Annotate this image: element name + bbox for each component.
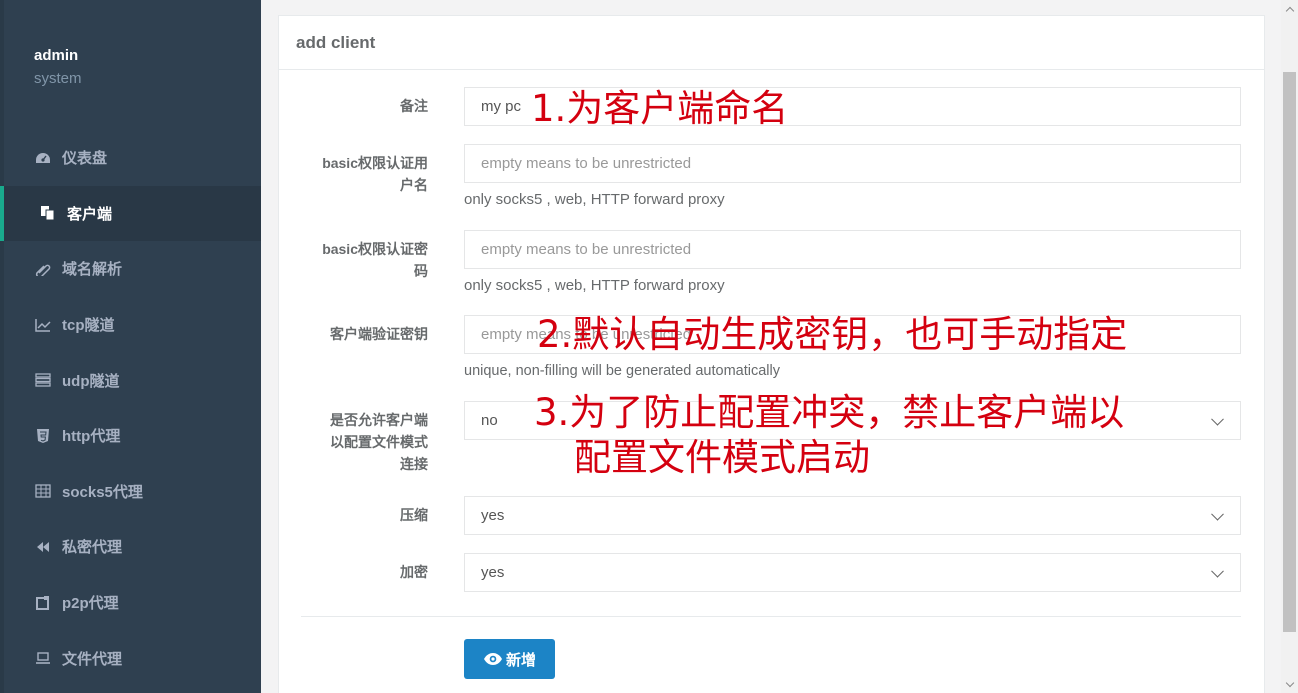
compress-value: yes: [481, 507, 505, 524]
sidebar-item-label: 客户端: [67, 205, 113, 223]
config-conn-label: 是否允许客户端 以配置文件模式 连接: [288, 409, 428, 475]
crypt-value: yes: [481, 564, 505, 581]
basic-password-label-line1: basic权限认证密: [322, 241, 428, 257]
panel-title: add client: [296, 32, 376, 52]
scroll-up-icon[interactable]: [1281, 0, 1298, 17]
profile-name: admin: [34, 47, 79, 64]
annotation-1: 1.为客户端命名: [531, 87, 789, 130]
verify-key-label: 客户端验证密钥: [330, 326, 428, 342]
annotation-3-line1: 3.为了防止配置冲突，禁止客户端以: [534, 391, 1125, 434]
backward-icon: [34, 539, 52, 555]
annotation-3-line2: 配置文件模式启动: [574, 436, 870, 479]
square-icon: [34, 595, 52, 611]
sidebar-item-label: 私密代理: [62, 539, 123, 557]
sidebar-item-label: socks5代理: [62, 483, 143, 501]
basic-password-help: only socks5 , web, HTTP forward proxy: [464, 277, 725, 294]
crypt-select[interactable]: yes: [464, 553, 1241, 592]
vertical-scrollbar[interactable]: [1281, 0, 1298, 693]
scroll-down-icon[interactable]: [1281, 676, 1298, 693]
basic-username-label: basic权限认证用 户名: [288, 152, 428, 196]
sidebar-item-dashboard[interactable]: 仪表盘: [0, 130, 261, 186]
add-button[interactable]: 新增: [464, 639, 555, 679]
crypt-label: 加密: [400, 564, 428, 580]
sidebar-item-label: http代理: [62, 428, 121, 446]
sidebar-item-label: udp隧道: [62, 372, 120, 390]
compress-label: 压缩: [400, 507, 428, 523]
sidebar-item-label: 仪表盘: [62, 150, 108, 168]
sidebar-item-p2p[interactable]: p2p代理: [0, 575, 261, 631]
paperclip-icon: [34, 261, 52, 277]
main-content: add client 备注 my pc basic权限认证用 户名 empty …: [261, 0, 1281, 693]
user-profile[interactable]: admin system: [34, 46, 82, 89]
html5-icon: [34, 428, 52, 444]
sidebar-item-clients[interactable]: 客户端: [0, 185, 261, 242]
server-icon: [34, 372, 52, 388]
chevron-down-icon: [1211, 564, 1224, 578]
add-button-label: 新增: [505, 651, 536, 669]
annotation-2: 2.默认自动生成密钥，也可手动指定: [537, 313, 1128, 356]
basic-username-label-line1: basic权限认证用: [322, 155, 428, 171]
sidebar-item-label: 文件代理: [62, 650, 123, 668]
config-conn-label-line3: 连接: [400, 456, 428, 472]
sidebar-item-tcp[interactable]: tcp隧道: [0, 297, 261, 353]
scrollbar-thumb[interactable]: [1283, 72, 1296, 632]
sidebar: admin system 仪表盘 客户端 域名解析 tcp隧道 udp隧道 ht…: [0, 0, 261, 693]
form-divider: [301, 616, 1241, 617]
laptop-icon: [34, 650, 52, 666]
basic-username-label-line2: 户名: [400, 177, 428, 193]
sidebar-item-udp[interactable]: udp隧道: [0, 352, 261, 408]
basic-password-label-line2: 码: [414, 263, 428, 279]
remark-label: 备注: [400, 98, 428, 114]
verify-key-help: unique, non-filling will be generated au…: [464, 363, 780, 379]
sidebar-nav: 仪表盘 客户端 域名解析 tcp隧道 udp隧道 http代理 socks5代理…: [0, 130, 261, 686]
eye-icon: [483, 653, 502, 665]
remark-value: my pc: [481, 98, 522, 115]
sidebar-item-file[interactable]: 文件代理: [0, 630, 261, 686]
basic-username-help: only socks5 , web, HTTP forward proxy: [464, 191, 725, 208]
basic-password-label: basic权限认证密 码: [288, 238, 428, 282]
basic-username-placeholder: empty means to be unrestricted: [481, 155, 692, 172]
config-conn-label-line1: 是否允许客户端: [330, 412, 428, 428]
basic-username-input[interactable]: empty means to be unrestricted: [464, 144, 1241, 183]
basic-password-placeholder: empty means to be unrestricted: [481, 241, 692, 258]
panel-header: add client: [279, 16, 1264, 70]
table-icon: [34, 483, 52, 499]
line-chart-icon: [34, 317, 52, 333]
config-conn-value: no: [481, 412, 498, 429]
compress-select[interactable]: yes: [464, 496, 1241, 535]
chevron-down-icon: [1211, 412, 1224, 426]
sidebar-item-http[interactable]: http代理: [0, 408, 261, 464]
profile-role: system: [34, 70, 82, 87]
sidebar-item-label: 域名解析: [62, 261, 123, 279]
dashboard-icon: [34, 150, 52, 166]
sidebar-item-socks5[interactable]: socks5代理: [0, 464, 261, 520]
sidebar-item-label: p2p代理: [62, 595, 119, 613]
config-conn-label-line2: 以配置文件模式: [330, 434, 428, 450]
sidebar-item-label: tcp隧道: [62, 317, 115, 335]
sidebar-item-secret[interactable]: 私密代理: [0, 519, 261, 575]
basic-password-input[interactable]: empty means to be unrestricted: [464, 230, 1241, 269]
sidebar-item-domain[interactable]: 域名解析: [0, 241, 261, 297]
chevron-down-icon: [1211, 507, 1224, 521]
clients-icon: [39, 205, 57, 221]
